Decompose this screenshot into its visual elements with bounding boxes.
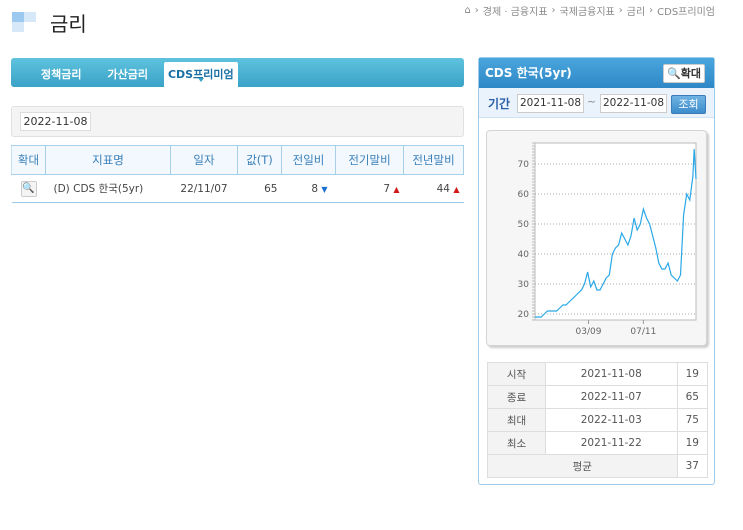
stat-row: 평균 37 (487, 454, 709, 478)
stat-date: 2021-11-22 (545, 431, 678, 455)
col-date: 일자 (170, 145, 238, 175)
end-date-input[interactable]: 2022-11-08 (600, 94, 667, 113)
stat-date: 2022-11-03 (545, 408, 678, 432)
y-tick-label: 30 (518, 280, 530, 290)
breadcrumb: ⌂ › 경제 · 금융지표 › 국제금융지표 › 금리 › CDS프리미엄 (464, 3, 715, 18)
stat-value: 19 (676, 431, 709, 455)
col-period-change: 전기말비 (335, 145, 404, 175)
stat-row: 종료 2022-11-07 65 (487, 385, 709, 409)
breadcrumb-item[interactable]: CDS프리미엄 (657, 3, 715, 18)
stat-value: 75 (676, 408, 709, 432)
home-icon[interactable]: ⌂ (464, 5, 470, 16)
page-title: 금리 (50, 12, 87, 36)
avg-label: 평균 (487, 454, 678, 478)
indicator-name[interactable]: (D) CDS 한국(5yr) (45, 174, 171, 203)
x-tick-label: 03/09 (576, 327, 602, 337)
line-chart: 20 30 40 50 60 70 03/09 07/11 (518, 142, 697, 337)
up-arrow-icon: ▲ (393, 184, 400, 194)
start-date-input[interactable]: 2021-11-08 (517, 94, 584, 113)
y-tick-label: 20 (518, 310, 530, 320)
page-logo-icon (12, 12, 38, 34)
table-header: 확대 지표명 일자 값(T) 전일비 전기말비 전년말비 (11, 145, 464, 175)
col-value: 값(T) (237, 145, 282, 175)
breadcrumb-item[interactable]: 금리 (627, 3, 645, 18)
table-row: 🔍 (D) CDS 한국(5yr) 22/11/07 65 8 ▼ 7 ▲ 44… (11, 174, 464, 203)
stat-label: 최대 (487, 408, 546, 432)
plot-area (534, 142, 697, 321)
col-zoom: 확대 (11, 145, 46, 175)
stat-date: 2022-11-07 (545, 385, 678, 409)
stat-label: 시작 (487, 362, 546, 386)
date-filter-bar: 2022-11-08 (11, 106, 464, 137)
tab-policy-rate[interactable]: 정책금리 (31, 62, 91, 87)
day-change: 8 (311, 182, 318, 195)
breadcrumb-item[interactable]: 경제 · 금융지표 (483, 3, 548, 18)
avg-value: 37 (676, 454, 709, 478)
col-day-change: 전일비 (281, 145, 336, 175)
y-tick-label: 40 (518, 250, 530, 260)
panel-title: CDS 한국(5yr) (485, 66, 572, 80)
panel-header: CDS 한국(5yr) 🔍확대 (479, 58, 714, 88)
magnify-icon[interactable]: 🔍 (20, 180, 37, 197)
x-tick-label: 07/11 (630, 327, 656, 337)
up-arrow-icon: ▲ (453, 184, 460, 194)
tilde: ~ (587, 95, 597, 108)
stat-date: 2021-11-08 (545, 362, 678, 386)
tab-cds-premium[interactable]: CDS프리미엄 (163, 62, 238, 87)
period-selector: 기간 2021-11-08 ~ 2022-11-08 조회 (479, 88, 714, 118)
y-tick-label: 50 (518, 220, 530, 230)
tab-spread-rate[interactable]: 가산금리 (97, 62, 157, 87)
row-date: 22/11/07 (170, 174, 238, 203)
down-arrow-icon: ▼ (321, 184, 328, 194)
period-change: 7 (383, 182, 390, 195)
stat-value: 19 (676, 362, 709, 386)
row-value: 65 (237, 174, 282, 203)
col-year-change: 전년말비 (403, 145, 464, 175)
stat-row: 최소 2021-11-22 19 (487, 431, 709, 455)
col-name: 지표명 (45, 145, 171, 175)
date-input[interactable]: 2022-11-08 (20, 112, 91, 131)
year-change: 44 (436, 182, 450, 195)
stat-value: 65 (676, 385, 709, 409)
indicator-table: 확대 지표명 일자 값(T) 전일비 전기말비 전년말비 🔍 (D) CDS 한… (11, 145, 464, 203)
stat-row: 시작 2021-11-08 19 (487, 362, 709, 386)
breadcrumb-item[interactable]: 국제금융지표 (560, 3, 615, 18)
y-tick-label: 70 (518, 160, 530, 170)
stat-label: 최소 (487, 431, 546, 455)
y-tick-label: 60 (518, 190, 530, 200)
chart-box: 20 30 40 50 60 70 03/09 07/11 (486, 130, 707, 346)
zoom-button[interactable]: 🔍확대 (663, 64, 705, 83)
tab-bar: 정책금리 가산금리 CDS프리미엄 (11, 58, 464, 87)
stat-row: 최대 2022-11-03 75 (487, 408, 709, 432)
query-button[interactable]: 조회 (671, 95, 706, 114)
period-label: 기간 (488, 97, 511, 111)
cds-chart-panel: CDS 한국(5yr) 🔍확대 기간 2021-11-08 ~ 2022-11-… (478, 57, 715, 485)
stats-table: 시작 2021-11-08 19 종료 2022-11-07 65 최대 2022-11-… (487, 362, 709, 478)
stat-label: 종료 (487, 385, 546, 409)
